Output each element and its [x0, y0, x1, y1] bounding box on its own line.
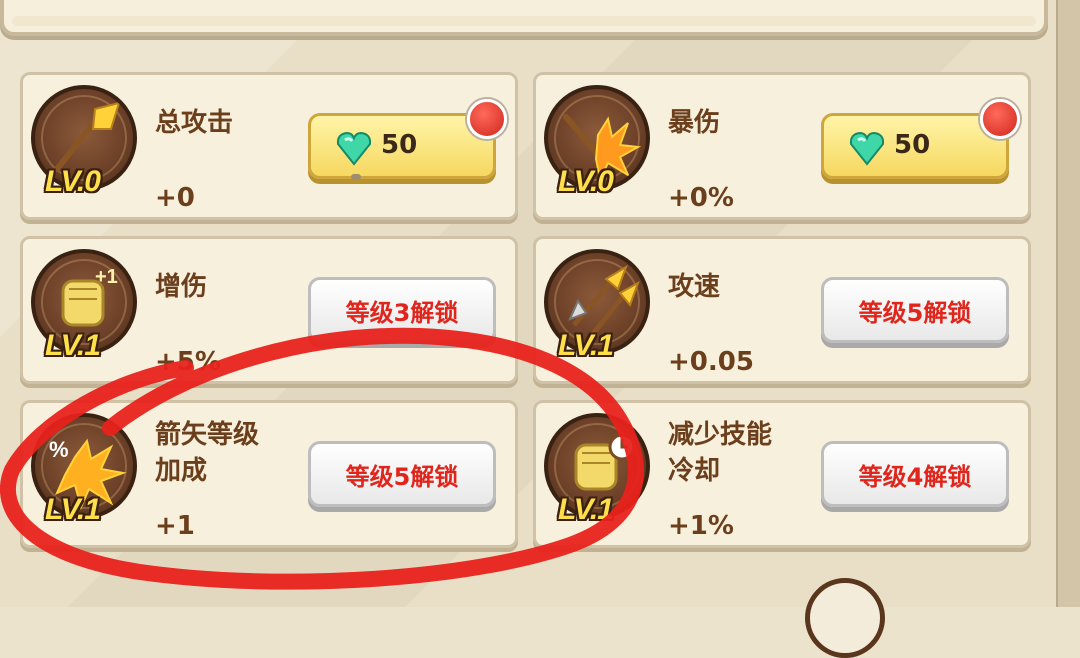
upgrade-card-attack-speed: LV.1 攻速 +0.05 等级5解锁: [533, 236, 1031, 384]
stat-value: +0%: [668, 183, 734, 213]
stat-name: 箭矢等级 加成: [155, 420, 260, 486]
level-label: LV.1: [45, 493, 101, 526]
scroll-track: [1056, 0, 1080, 607]
stat-name: 增伤: [155, 272, 208, 302]
locked-button[interactable]: 等级4解锁: [821, 441, 1009, 507]
stat-name: 减少技能 冷却: [668, 420, 773, 486]
stat-value: +1%: [668, 511, 734, 541]
svg-text:%: %: [49, 437, 69, 462]
stat-value: +0.05: [668, 347, 754, 377]
locked-button[interactable]: 等级3解锁: [308, 277, 496, 343]
svg-text:+1: +1: [95, 266, 118, 288]
price-label: 50: [894, 130, 931, 160]
gem-icon: [849, 131, 885, 166]
upgrade-card-arrow-level-bonus: % LV.1 箭矢等级 加成 +1 等级5解锁: [20, 400, 518, 548]
gem-icon: [336, 131, 372, 166]
level-label: LV.1: [558, 329, 614, 362]
upgrade-card-damage-boost: +1 LV.1 增伤 +5% 等级3解锁: [20, 236, 518, 384]
level-label: LV.1: [45, 329, 101, 362]
bottom-button[interactable]: [805, 578, 885, 658]
stat-value: +1: [155, 511, 195, 541]
upgrade-card-skill-cooldown: LV.1 减少技能 冷却 +1% 等级4解锁: [533, 400, 1031, 548]
stat-name: 暴伤: [668, 108, 721, 138]
stat-value: +5%: [155, 347, 221, 377]
level-label: LV.1: [558, 493, 614, 526]
stat-name: 总攻击: [155, 108, 234, 138]
alert-badge: [980, 99, 1020, 139]
level-label: LV.0: [558, 165, 614, 198]
alert-badge: [467, 99, 507, 139]
stat-value: +0: [155, 183, 195, 213]
locked-button[interactable]: 等级5解锁: [308, 441, 496, 507]
top-panel: [0, 0, 1048, 36]
price-label: 50: [381, 130, 418, 160]
level-label: LV.0: [45, 165, 101, 198]
locked-button[interactable]: 等级5解锁: [821, 277, 1009, 343]
stat-name: 攻速: [668, 272, 721, 302]
upgrade-card-crit-damage: LV.0 暴伤 +0% 50: [533, 72, 1031, 220]
upgrade-card-total-attack: LV.0 总攻击 +0 50: [20, 72, 518, 220]
